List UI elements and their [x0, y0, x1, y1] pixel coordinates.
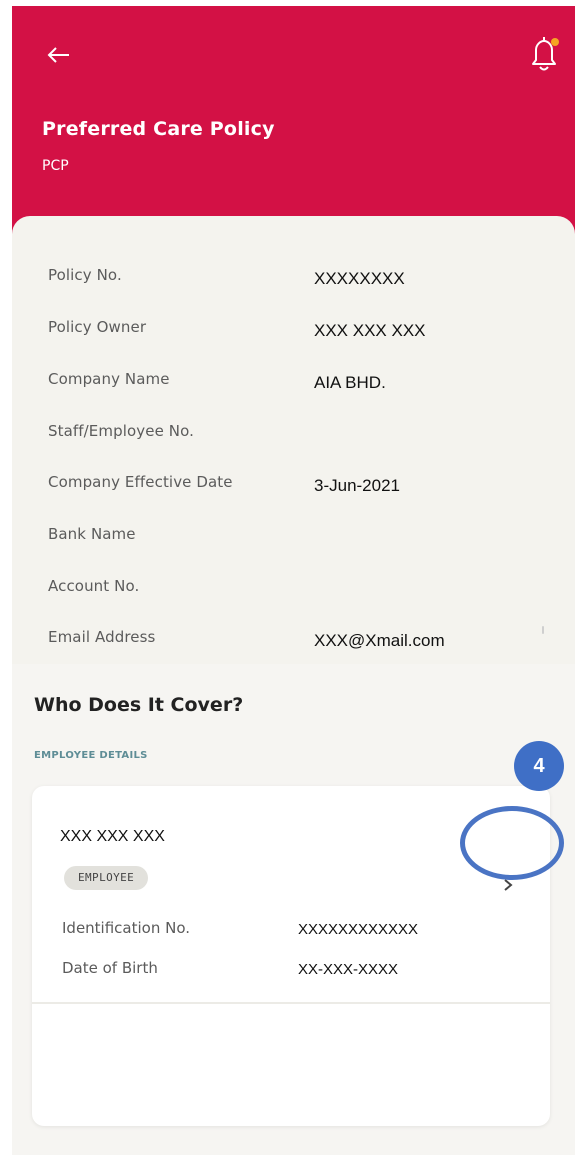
- detail-label: Staff/Employee No.: [48, 422, 194, 440]
- id-number-value: XXXXXXXXXXXX: [298, 921, 419, 938]
- arrow-left-icon[interactable]: [46, 42, 72, 68]
- employee-name: XXX XXX XXX: [60, 828, 165, 845]
- chevron-right-icon[interactable]: [502, 878, 514, 892]
- id-number-label: Identification No.: [62, 919, 191, 937]
- coverage-title: Who Does It Cover?: [34, 694, 244, 716]
- notification-dot: [551, 38, 559, 46]
- detail-value: 3-Jun-2021: [314, 476, 401, 495]
- detail-label: Bank Name: [48, 525, 136, 543]
- detail-row-staff-no: Staff/Employee No.: [12, 422, 575, 452]
- employee-details-label: EMPLOYEE DETAILS: [34, 750, 148, 761]
- dob-value: XX-XXX-XXXX: [298, 961, 399, 978]
- employee-card[interactable]: XXX XXX XXX EMPLOYEE Identification No. …: [32, 786, 550, 1126]
- detail-label: Company Name: [48, 370, 170, 388]
- policy-subtitle: PCP: [42, 158, 69, 174]
- detail-row-email: Email Address XXX@Xmail.com: [12, 628, 575, 658]
- role-badge: EMPLOYEE: [64, 866, 149, 890]
- bell-icon[interactable]: [527, 34, 561, 74]
- policy-title: Preferred Care Policy: [42, 118, 275, 140]
- detail-value: XXXXXXXX: [314, 269, 405, 288]
- detail-row-policy-owner: Policy Owner XXX XXX XXX: [12, 318, 575, 348]
- coverage-section: Who Does It Cover? EMPLOYEE DETAILS XXX …: [12, 664, 575, 1155]
- scroll-indicator[interactable]: [542, 626, 544, 634]
- card-divider: [32, 1002, 550, 1004]
- detail-label: Email Address: [48, 628, 156, 646]
- detail-value: XXX@Xmail.com: [314, 631, 445, 650]
- detail-value: AIA BHD.: [314, 373, 386, 392]
- header: Preferred Care Policy PCP: [12, 6, 575, 242]
- detail-row-bank-name: Bank Name: [12, 525, 575, 555]
- dob-label: Date of Birth: [62, 959, 158, 977]
- detail-label: Policy Owner: [48, 318, 147, 336]
- policy-details-card: Policy No. XXXXXXXX Policy Owner XXX XXX…: [12, 216, 575, 666]
- detail-label: Account No.: [48, 577, 140, 595]
- detail-value: XXX XXX XXX: [314, 321, 426, 340]
- policy-detail-screen: Preferred Care Policy PCP Policy No. XXX…: [12, 6, 575, 1155]
- detail-row-account-no: Account No.: [12, 577, 575, 607]
- detail-label: Policy No.: [48, 266, 122, 284]
- callout-number-badge: 4: [514, 741, 564, 791]
- detail-row-effective-date: Company Effective Date 3-Jun-2021: [12, 473, 575, 503]
- detail-row-company-name: Company Name AIA BHD.: [12, 370, 575, 400]
- detail-row-policy-no: Policy No. XXXXXXXX: [12, 266, 575, 296]
- detail-label: Company Effective Date: [48, 473, 233, 491]
